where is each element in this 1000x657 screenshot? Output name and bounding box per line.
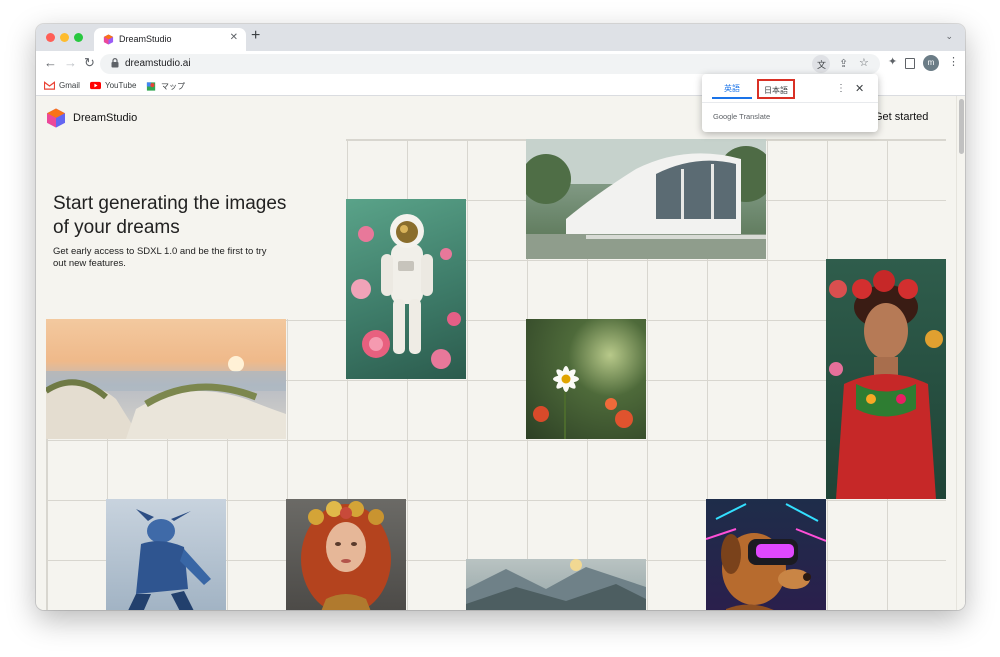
- youtube-icon: [90, 81, 101, 90]
- modern-house-image: [526, 139, 766, 259]
- menu-dots-icon[interactable]: ⋮: [948, 55, 959, 68]
- page-scrollbar[interactable]: [956, 96, 965, 610]
- target-language-tab[interactable]: 日本語: [757, 79, 795, 99]
- tab-dreamstudio[interactable]: DreamStudio ✕: [94, 28, 246, 51]
- extensions-icon[interactable]: ✦: [888, 55, 897, 68]
- bookmark-youtube[interactable]: YouTube: [90, 81, 136, 90]
- translate-page-icon[interactable]: 文: [812, 55, 830, 73]
- page-content: DreamStudio Get started Start generating…: [36, 96, 965, 610]
- translate-popup: 英語 日本語 ⋮ ✕ Google Translate: [702, 74, 878, 132]
- bookmark-label: マップ: [161, 82, 185, 91]
- daisy-flower-image: [526, 319, 646, 439]
- tab-title: DreamStudio: [119, 34, 172, 44]
- bookmark-label: YouTube: [105, 81, 137, 90]
- minimize-window-button[interactable]: [60, 33, 69, 42]
- close-window-button[interactable]: [46, 33, 55, 42]
- dreamstudio-logo-icon[interactable]: [46, 108, 66, 128]
- url-text: dreamstudio.ai: [125, 58, 191, 69]
- lock-icon: [111, 58, 119, 68]
- scrollbar-thumb[interactable]: [959, 99, 964, 154]
- source-language-tab[interactable]: 英語: [712, 79, 752, 99]
- tab-search-chevron-icon[interactable]: ⌄: [945, 31, 953, 42]
- profile-avatar[interactable]: m: [923, 55, 939, 71]
- address-bar[interactable]: dreamstudio.ai 文 ⇪ ☆: [100, 54, 880, 74]
- close-tab-icon[interactable]: ✕: [230, 32, 238, 43]
- browser-window: DreamStudio ✕ + ⌄ ← → ↻ dreamstudio.ai 文…: [36, 24, 965, 610]
- forward-icon[interactable]: →: [64, 55, 77, 70]
- reload-icon[interactable]: ↻: [84, 55, 95, 71]
- mountain-valley-image: [466, 559, 646, 610]
- tab-bar: DreamStudio ✕ + ⌄: [36, 24, 965, 51]
- woman-portrait-flowers-image: [826, 259, 946, 499]
- google-translate-brand: Google Translate: [713, 112, 771, 121]
- dog-vr-headset-image: [706, 499, 826, 610]
- bookmark-star-icon[interactable]: ☆: [859, 56, 869, 69]
- translate-options-icon[interactable]: ⋮: [836, 83, 846, 94]
- side-panel-icon[interactable]: [905, 58, 915, 69]
- robot-warrior-image: [106, 499, 226, 610]
- brand-name[interactable]: DreamStudio: [73, 112, 137, 124]
- bookmark-label: Gmail: [59, 81, 80, 90]
- beach-dunes-sunset-image: [46, 319, 286, 439]
- close-icon[interactable]: ✕: [855, 82, 864, 95]
- dreamstudio-favicon-icon: [103, 34, 114, 45]
- bookmark-gmail[interactable]: Gmail: [44, 81, 80, 90]
- maximize-window-button[interactable]: [74, 33, 83, 42]
- popup-divider: [702, 102, 878, 103]
- astronaut-flowers-image: [346, 199, 466, 379]
- red-haired-woman-image: [286, 499, 406, 610]
- share-icon[interactable]: ⇪: [839, 57, 848, 70]
- bookmark-maps[interactable]: マップ: [146, 81, 185, 92]
- hero-subtitle: Get early access to SDXL 1.0 and be the …: [53, 246, 267, 269]
- gmail-icon: [44, 81, 55, 90]
- get-started-link[interactable]: Get started: [874, 111, 928, 123]
- new-tab-button[interactable]: +: [251, 27, 260, 45]
- hero-title: Start generating the images of your drea…: [53, 193, 287, 238]
- maps-icon: [146, 82, 156, 91]
- back-icon[interactable]: ←: [44, 55, 57, 70]
